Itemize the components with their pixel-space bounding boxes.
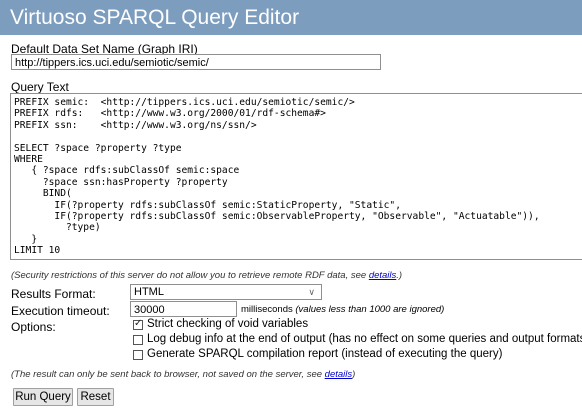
query-line: BIND( — [14, 188, 72, 200]
compilation-report-label: Generate SPARQL compilation report (inst… — [147, 348, 503, 360]
reset-button[interactable]: Reset — [77, 388, 114, 406]
query-line: PREFIX semic: <http://tippers.ics.uci.ed… — [14, 97, 355, 108]
security-note-suffix: .) — [396, 270, 403, 281]
chevron-down-icon: ∨ — [308, 287, 315, 297]
strict-checking-label: Strict checking of void variables — [147, 318, 309, 330]
results-format-value: HTML — [134, 286, 164, 298]
query-line: LIMIT 10 — [14, 245, 61, 257]
query-line: SELECT ?space ?property ?type — [14, 142, 182, 154]
query-line: PREFIX rdfs: <http://www.w3.org/2000/01/… — [14, 108, 326, 120]
results-format-select[interactable]: HTML ∨ — [130, 284, 322, 300]
query-text-label: Query Text — [11, 80, 69, 94]
security-details-link[interactable]: details — [369, 270, 396, 281]
results-format-label: Results Format: — [11, 287, 96, 301]
query-line: WHERE — [14, 153, 43, 165]
timeout-unit-note: milliseconds (values less than 1000 are … — [241, 304, 444, 315]
query-line: { ?space rdfs:subClassOf semic:space — [14, 165, 240, 177]
security-note: (Security restrictions of this server do… — [11, 270, 402, 281]
page-header: Virtuoso SPARQL Query Editor — [0, 0, 582, 35]
query-line: ?space ssn:hasProperty ?property — [14, 176, 228, 188]
timeout-unit: milliseconds — [241, 304, 293, 315]
run-query-button[interactable]: Run Query — [13, 388, 73, 406]
log-debug-checkbox[interactable] — [133, 335, 143, 345]
query-line: PREFIX ssn: <http://www.w3.org/ns/ssn/> — [14, 119, 257, 131]
query-line — [14, 131, 579, 142]
page-title: Virtuoso SPARQL Query Editor — [10, 6, 300, 29]
strict-checking-checkbox[interactable] — [133, 318, 143, 330]
timeout-input[interactable]: 30000 — [130, 301, 237, 317]
log-debug-label: Log debug info at the end of output (has… — [147, 333, 582, 345]
query-line: IF(?property rdfs:subClassOf semic:Stati… — [14, 199, 401, 211]
options-label: Options: — [11, 320, 56, 334]
timeout-label: Execution timeout: — [11, 304, 110, 318]
graph-iri-input[interactable]: http://tippers.ics.uci.edu/semiotic/semi… — [11, 54, 381, 70]
compilation-report-checkbox[interactable] — [133, 350, 143, 360]
query-line: IF(?property rdfs:subClassOf semic:Obser… — [14, 210, 540, 222]
security-note-text: (Security restrictions of this server do… — [11, 270, 369, 281]
result-note-suffix: ) — [352, 369, 356, 380]
timeout-note: (values less than 1000 are ignored) — [295, 304, 445, 315]
result-note: (The result can only be sent back to bro… — [11, 369, 355, 380]
query-line: ?type) — [14, 222, 101, 234]
result-note-text: (The result can only be sent back to bro… — [11, 369, 325, 380]
query-line: } — [14, 233, 38, 245]
query-textarea[interactable]: PREFIX semic: <http://tippers.ics.uci.ed… — [10, 93, 582, 260]
result-details-link[interactable]: details — [325, 369, 352, 380]
